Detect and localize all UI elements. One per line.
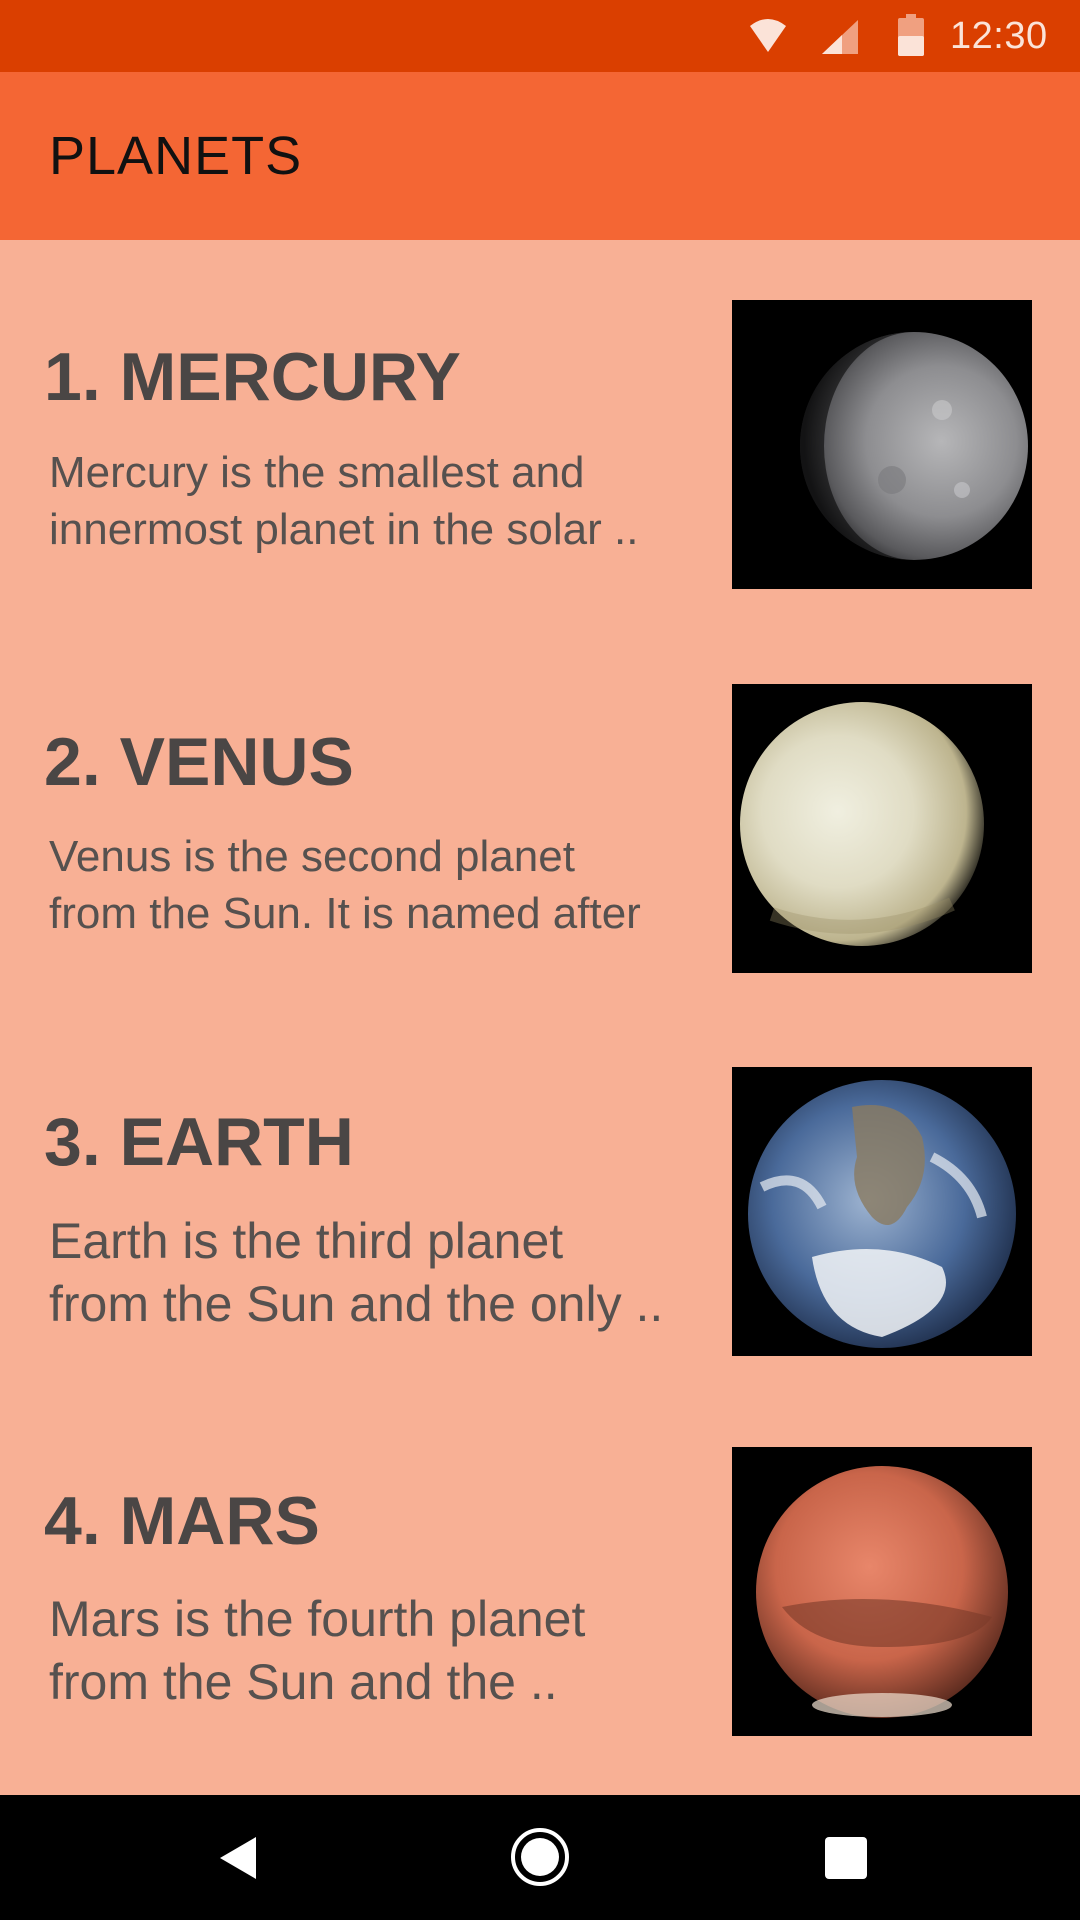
planet-description: Venus is the second planet from the Sun.… [49,832,641,938]
home-icon[interactable] [510,1827,570,1887]
planet-list: 1. MERCURY Mercury is the smallest and i… [0,240,1080,1795]
app-bar: PLANETS [0,72,1080,240]
planet-description: Mercury is the smallest and innermost pl… [49,448,639,554]
mercury-image [732,300,1032,589]
planet-description: Earth is the third planet from the Sun a… [49,1213,664,1332]
planet-description: Mars is the fourth planet from the Sun a… [49,1591,586,1710]
back-icon[interactable] [218,1835,258,1881]
page-title: PLANETS [49,126,303,186]
planet-title: 4. MARS [44,1483,320,1559]
planet-title: 3. EARTH [44,1104,354,1180]
list-item-earth[interactable]: 3. EARTH Earth is the third planet from … [0,1008,1080,1391]
status-time: 12:30 [950,15,1048,57]
cellular-signal-icon [822,20,858,54]
navigation-bar [0,1795,1080,1920]
planet-title: 2. VENUS [44,724,354,800]
mars-image [732,1447,1032,1736]
battery-icon [898,14,924,56]
recents-icon[interactable] [825,1837,867,1879]
list-item-mercury[interactable]: 1. MERCURY Mercury is the smallest and i… [0,240,1080,624]
planet-title: 1. MERCURY [44,339,461,415]
wifi-icon [750,19,786,52]
list-item-venus[interactable]: 2. VENUS Venus is the second planet from… [0,624,1080,1008]
venus-image [732,684,1032,973]
status-bar: 12:30 [0,0,1080,72]
earth-image [732,1067,1032,1356]
list-item-mars[interactable]: 4. MARS Mars is the fourth planet from t… [0,1391,1080,1795]
